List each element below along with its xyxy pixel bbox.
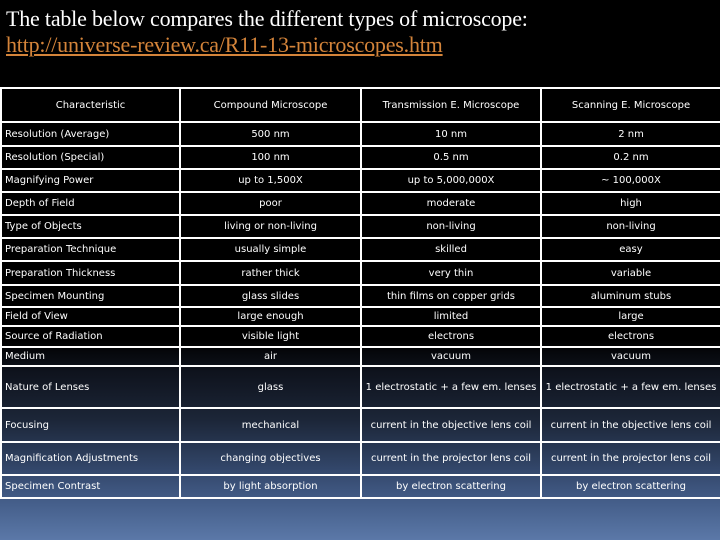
header-scanning: Scanning E. Microscope (540, 87, 720, 123)
cell-scanning: current in the projector lens coil (540, 441, 720, 476)
cell-scanning: 0.2 nm (540, 145, 720, 170)
row-label: Preparation Thickness (0, 260, 181, 286)
cell-compound: changing objectives (179, 441, 362, 476)
cell-transmission: moderate (360, 191, 542, 216)
header-row: Characteristic Compound Microscope Trans… (0, 87, 720, 123)
row-label: Source of Radiation (0, 325, 181, 348)
cell-transmission: electrons (360, 325, 542, 348)
table-row: Preparation Thickness rather thick very … (0, 260, 720, 286)
cell-compound: rather thick (179, 260, 362, 286)
table-row: Specimen Mounting glass slides thin film… (0, 284, 720, 308)
row-label: Type of Objects (0, 214, 181, 239)
cell-transmission: vacuum (360, 346, 542, 367)
cell-scanning: electrons (540, 325, 720, 348)
cell-scanning: by electron scattering (540, 474, 720, 499)
cell-scanning: 1 electrostatic + a few em. lenses (540, 365, 720, 409)
cell-compound: large enough (179, 306, 362, 327)
cell-transmission: 1 electrostatic + a few em. lenses (360, 365, 542, 409)
table-row: Field of View large enough limited large (0, 306, 720, 327)
row-label: Specimen Contrast (0, 474, 181, 499)
cell-compound: by light absorption (179, 474, 362, 499)
cell-scanning: high (540, 191, 720, 216)
cell-transmission: skilled (360, 237, 542, 262)
cell-compound: up to 1,500X (179, 168, 362, 193)
cell-transmission: current in the projector lens coil (360, 441, 542, 476)
cell-compound: air (179, 346, 362, 367)
cell-transmission: by electron scattering (360, 474, 542, 499)
cell-scanning: vacuum (540, 346, 720, 367)
cell-scanning: current in the objective lens coil (540, 407, 720, 443)
cell-transmission: thin films on copper grids (360, 284, 542, 308)
cell-compound: living or non-living (179, 214, 362, 239)
cell-compound: visible light (179, 325, 362, 348)
cell-transmission: current in the objective lens coil (360, 407, 542, 443)
microscope-comparison-table: Characteristic Compound Microscope Trans… (0, 87, 720, 499)
cell-transmission: 0.5 nm (360, 145, 542, 170)
cell-scanning: ~ 100,000X (540, 168, 720, 193)
cell-scanning: 2 nm (540, 121, 720, 147)
cell-transmission: very thin (360, 260, 542, 286)
cell-compound: usually simple (179, 237, 362, 262)
cell-compound: 100 nm (179, 145, 362, 170)
table-row: Magnifying Power up to 1,500X up to 5,00… (0, 168, 720, 193)
row-label: Magnification Adjustments (0, 441, 181, 476)
cell-scanning: non-living (540, 214, 720, 239)
table-row: Preparation Technique usually simple ski… (0, 237, 720, 262)
header-characteristic: Characteristic (0, 87, 181, 123)
header-compound: Compound Microscope (179, 87, 362, 123)
table-row: Magnification Adjustments changing objec… (0, 441, 720, 476)
cell-transmission: limited (360, 306, 542, 327)
source-link[interactable]: http://universe-review.ca/R11-13-microsc… (6, 32, 528, 58)
row-label: Resolution (Special) (0, 145, 181, 170)
cell-compound: poor (179, 191, 362, 216)
row-label: Depth of Field (0, 191, 181, 216)
cell-compound: glass (179, 365, 362, 409)
table-row: Focusing mechanical current in the objec… (0, 407, 720, 443)
header-transmission: Transmission E. Microscope (360, 87, 542, 123)
cell-transmission: up to 5,000,000X (360, 168, 542, 193)
cell-transmission: non-living (360, 214, 542, 239)
table-row: Specimen Contrast by light absorption by… (0, 474, 720, 499)
row-label: Preparation Technique (0, 237, 181, 262)
table-row: Medium air vacuum vacuum (0, 346, 720, 367)
table-row: Resolution (Average) 500 nm 10 nm 2 nm (0, 121, 720, 147)
table-row: Source of Radiation visible light electr… (0, 325, 720, 348)
cell-scanning: large (540, 306, 720, 327)
cell-scanning: variable (540, 260, 720, 286)
row-label: Specimen Mounting (0, 284, 181, 308)
intro-text: The table below compares the different t… (6, 6, 528, 31)
intro-block: The table below compares the different t… (6, 6, 528, 58)
row-label: Magnifying Power (0, 168, 181, 193)
row-label: Field of View (0, 306, 181, 327)
row-label: Medium (0, 346, 181, 367)
row-label: Nature of Lenses (0, 365, 181, 409)
table-row: Type of Objects living or non-living non… (0, 214, 720, 239)
cell-transmission: 10 nm (360, 121, 542, 147)
cell-compound: glass slides (179, 284, 362, 308)
row-label: Focusing (0, 407, 181, 443)
row-label: Resolution (Average) (0, 121, 181, 147)
table-row: Nature of Lenses glass 1 electrostatic +… (0, 365, 720, 409)
table-row: Resolution (Special) 100 nm 0.5 nm 0.2 n… (0, 145, 720, 170)
cell-compound: mechanical (179, 407, 362, 443)
cell-compound: 500 nm (179, 121, 362, 147)
table-row: Depth of Field poor moderate high (0, 191, 720, 216)
cell-scanning: aluminum stubs (540, 284, 720, 308)
cell-scanning: easy (540, 237, 720, 262)
